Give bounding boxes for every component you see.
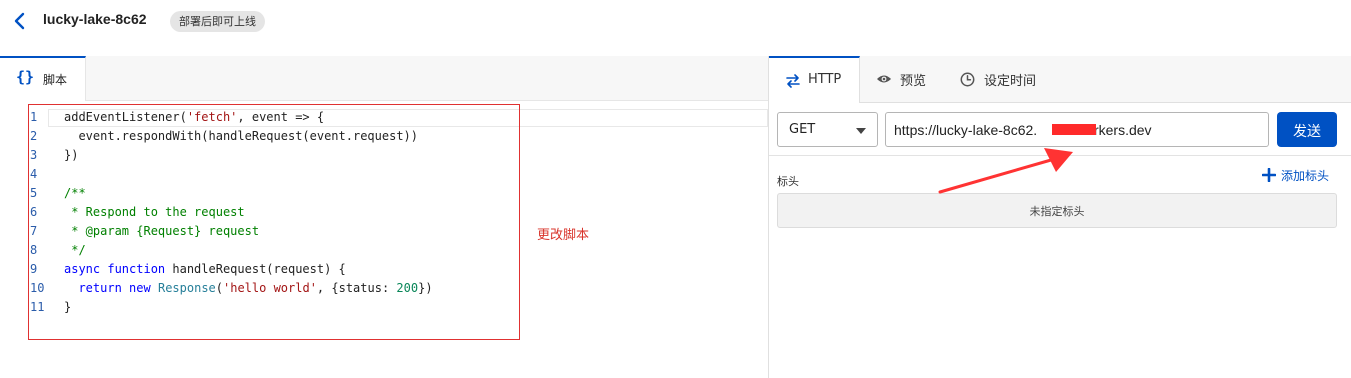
http-method-select[interactable]: GET (777, 112, 878, 147)
annotation-arrow (930, 140, 1090, 200)
braces-icon: {} (16, 68, 35, 86)
tab-schedule-label: 设定时间 (984, 74, 1037, 89)
headers-label: 标头 (777, 175, 799, 188)
tab-preview[interactable]: 预览 (861, 56, 941, 103)
tab-http[interactable]: HTTP (769, 56, 860, 103)
annotation-highlight-box (28, 104, 520, 340)
clock-icon (960, 72, 975, 91)
add-header-label: 添加标头 (1281, 169, 1330, 183)
deploy-status-badge: 部署后即可上线 (170, 11, 265, 32)
panel-divider[interactable] (768, 56, 769, 378)
tab-script[interactable]: {} 脚本 (0, 56, 86, 101)
back-chevron-icon[interactable] (12, 10, 30, 32)
send-button[interactable]: 发送 (1277, 112, 1337, 147)
request-tab-bar: HTTP 预览 设定时间 (769, 56, 1351, 103)
http-method-value: GET (789, 122, 816, 137)
plus-icon (1261, 167, 1277, 183)
tab-schedule[interactable]: 设定时间 (947, 56, 1057, 103)
tab-http-label: HTTP (808, 72, 842, 87)
worker-name-title: lucky-lake-8c62 (43, 11, 147, 27)
tab-script-label: 脚本 (43, 73, 68, 87)
page-header: lucky-lake-8c62 部署后即可上线 (0, 0, 1351, 44)
tab-preview-label: 预览 (900, 74, 927, 89)
swap-arrows-icon (785, 74, 801, 92)
annotation-label: 更改脚本 (537, 228, 590, 243)
editor-tab-bar: {} 脚本 (0, 56, 768, 101)
caret-down-icon (856, 128, 866, 134)
redaction-mark (1052, 124, 1096, 135)
eye-icon (876, 72, 892, 90)
